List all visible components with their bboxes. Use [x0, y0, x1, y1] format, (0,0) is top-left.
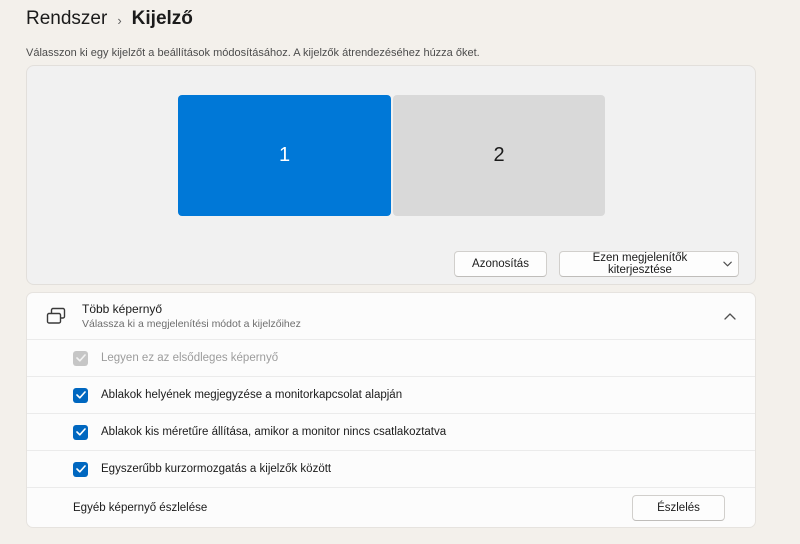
- detect-display-label: Egyéb képernyő észlelése: [73, 501, 208, 514]
- remember-window-locations-row: Ablakok helyének megjegyzése a monitorka…: [27, 376, 755, 413]
- chevron-up-icon[interactable]: [724, 312, 736, 320]
- multiple-displays-card: Több képernyő Válassza ki a megjelenítés…: [26, 292, 756, 528]
- detect-button[interactable]: Észlelés: [632, 494, 725, 521]
- checkmark-icon: [75, 465, 86, 473]
- monitor-2-label: 2: [493, 144, 505, 166]
- arrangement-buttons: Azonosítás Ezen megjelenítők kiterjeszté…: [454, 251, 739, 277]
- detect-button-label: Észlelés: [657, 501, 700, 514]
- minimize-windows-checkbox[interactable]: [73, 424, 88, 440]
- checkbox-label: Ablakok kis méretűre állítása, amikor a …: [101, 426, 447, 438]
- monitor-2[interactable]: 2: [393, 95, 605, 216]
- display-arrangement-panel: 1 2 Azonosítás Ezen megjelenítők kiterje…: [26, 65, 756, 285]
- detect-display-row: Egyéb képernyő észlelése Észlelés: [27, 487, 755, 527]
- breadcrumb-system[interactable]: Rendszer: [26, 8, 107, 30]
- multiple-displays-header[interactable]: Több képernyő Válassza ki a megjelenítés…: [27, 293, 755, 339]
- remember-window-locations-checkbox[interactable]: [73, 387, 88, 403]
- settings-display-page: Rendszer › Kijelző Válasszon ki egy kije…: [0, 0, 800, 544]
- minimize-windows-row: Ablakok kis méretűre állítása, amikor a …: [27, 413, 755, 450]
- checkmark-icon: [75, 354, 86, 362]
- breadcrumb: Rendszer › Kijelző: [26, 8, 193, 30]
- chevron-right-icon: ›: [117, 12, 122, 28]
- section-subtitle: Válassza ki a megjelenítési módot a kije…: [82, 318, 301, 330]
- monitor-1-label: 1: [278, 144, 291, 166]
- primary-display-row: Legyen ez az elsődleges képernyő: [27, 339, 755, 376]
- checkbox-label: Egyszerűbb kurzormozgatás a kijelzők köz…: [101, 463, 332, 475]
- page-subtitle: Válasszon ki egy kijelzőt a beállítások …: [26, 47, 480, 59]
- checkbox-label: Ablakok helyének megjegyzése a monitorka…: [101, 389, 403, 401]
- display-mode-dropdown[interactable]: Ezen megjelenítők kiterjesztése: [559, 251, 739, 277]
- multiple-displays-titles: Több képernyő Válassza ki a megjelenítés…: [82, 302, 301, 330]
- checkmark-icon: [75, 428, 86, 436]
- display-mode-dropdown-label: Ezen megjelenítők kiterjesztése: [592, 252, 688, 276]
- monitor-1[interactable]: 1: [178, 95, 391, 216]
- chevron-down-icon: [723, 261, 732, 267]
- ease-cursor-movement-row: Egyszerűbb kurzormozgatás a kijelzők köz…: [27, 450, 755, 487]
- identify-button[interactable]: Azonosítás: [454, 251, 547, 277]
- multi-display-icon: [46, 307, 66, 324]
- identify-button-label: Azonosítás: [472, 258, 529, 270]
- section-title: Több képernyő: [82, 302, 163, 316]
- checkbox-label: Legyen ez az elsődleges képernyő: [101, 352, 279, 364]
- checkmark-icon: [75, 391, 86, 399]
- page-title: Kijelző: [131, 8, 193, 29]
- primary-display-checkbox: [73, 350, 88, 366]
- ease-cursor-movement-checkbox[interactable]: [73, 461, 88, 477]
